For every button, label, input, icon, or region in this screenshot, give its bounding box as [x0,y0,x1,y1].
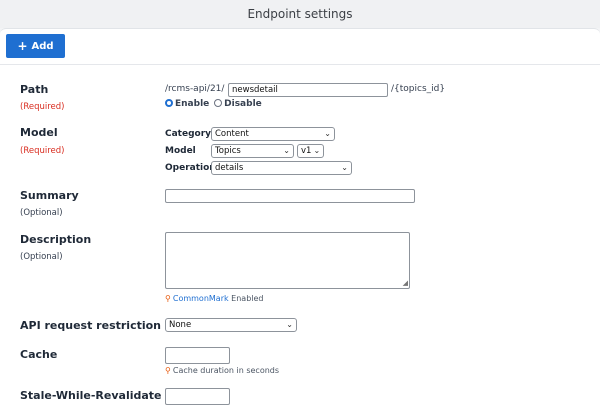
summary-input[interactable] [165,189,415,203]
commonmark-link[interactable]: CommonMark [173,294,229,303]
swr-input[interactable] [165,388,230,405]
description-label: Description [20,233,92,246]
api-restriction-label: API request restriction [20,319,162,332]
version-value: v1 [301,146,312,156]
cache-hint: Cache duration in seconds [172,366,280,375]
chevron-down-icon: ⌄ [324,129,331,138]
chevron-down-icon: ⌄ [286,320,293,329]
pin-icon: ⚲ [165,366,171,375]
path-input[interactable]: newsdetail [228,83,388,97]
model-value: Topics [215,146,241,156]
add-button[interactable]: + Add [6,34,65,58]
disable-radio[interactable] [214,98,223,107]
commonmark-status: Enabled [231,294,264,303]
window-title: Endpoint settings [0,0,600,28]
api-restriction-select[interactable]: None ⌄ [165,318,297,332]
api-restriction-value: None [169,320,192,330]
pin-icon: ⚲ [165,294,171,303]
category-select[interactable]: Content ⌄ [211,127,335,141]
disable-label: Disable [224,99,262,109]
path-suffix: /{topics_id} [391,84,446,94]
summary-optional: (Optional) [20,208,63,218]
description-textarea[interactable]: ◢ [165,232,410,289]
path-prefix: /rcms-api/21/ [165,84,225,94]
swr-label: Stale-While-Revalidate [20,389,162,402]
chevron-down-icon: ⌄ [283,146,290,155]
resize-grip-icon[interactable]: ◢ [403,280,408,287]
chevron-down-icon: ⌄ [313,146,321,155]
model-required: (Required) [20,146,65,156]
operation-value: details [215,163,244,173]
plus-icon: + [17,39,28,53]
enable-label: Enable [175,99,210,109]
path-label: Path [20,83,49,96]
cache-label: Cache [20,348,58,361]
path-required: (Required) [20,102,65,112]
version-select[interactable]: v1 ⌄ [297,144,324,158]
chevron-down-icon: ⌄ [341,163,348,172]
model-sub-label: Model [165,146,196,156]
description-optional: (Optional) [20,252,63,262]
operation-label: Operation [165,163,216,173]
operation-select[interactable]: details ⌄ [211,161,352,175]
category-label: Category [165,129,212,139]
model-select[interactable]: Topics ⌄ [211,144,294,158]
category-value: Content [215,129,249,139]
toolbar-divider [0,64,600,65]
summary-label: Summary [20,189,79,202]
model-label: Model [20,126,58,139]
add-button-label: Add [31,40,54,52]
cache-input[interactable] [165,347,230,364]
enable-radio[interactable] [165,98,173,107]
